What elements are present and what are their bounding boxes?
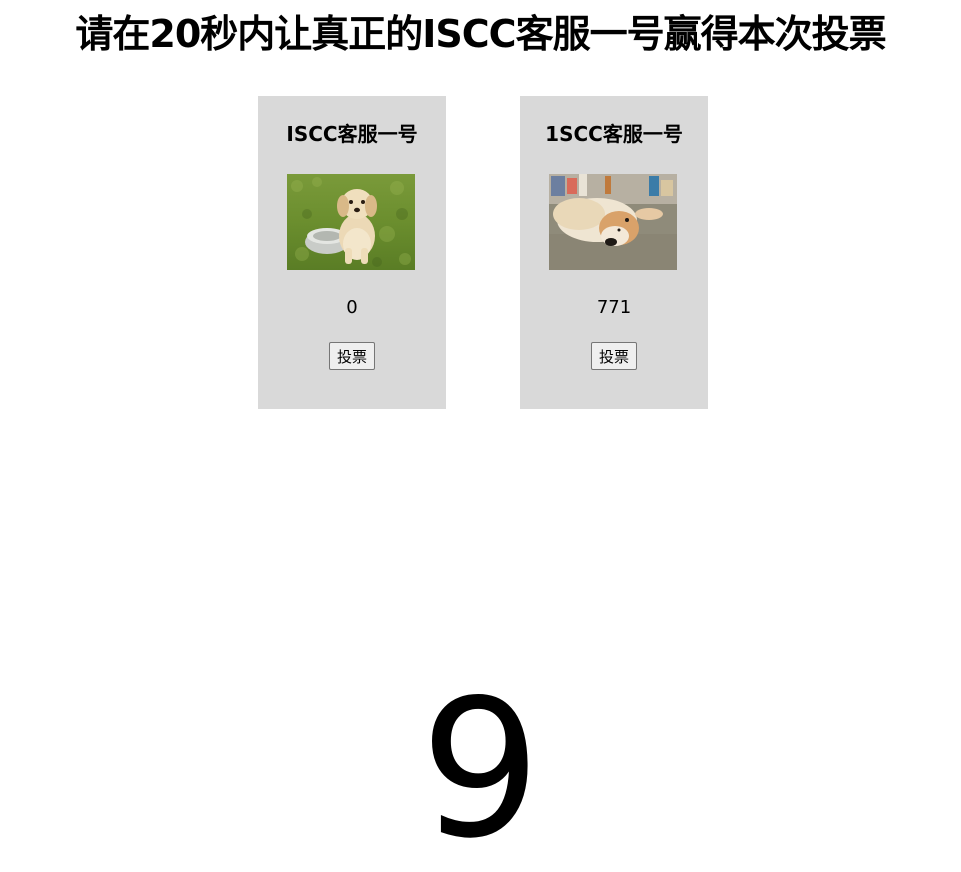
candidate-card-1: ISCC客服一号 0 投票 (258, 96, 446, 409)
page-title: 请在20秒内让真正的ISCC客服一号赢得本次投票 (75, 12, 886, 56)
vote-count: 0 (346, 297, 358, 318)
countdown-timer: 9 (420, 659, 541, 872)
vote-count: 771 (596, 297, 632, 318)
vote-button[interactable]: 投票 (328, 342, 376, 370)
shiba-photo-icon (549, 174, 677, 270)
candidate-name: 1SCC客服一号 (545, 122, 683, 146)
puppy-photo-icon (287, 174, 415, 270)
vote-button[interactable]: 投票 (590, 342, 638, 370)
vote-page: 请在20秒内让真正的ISCC客服一号赢得本次投票 ISCC客服一号 0 投票 1… (0, 0, 961, 872)
candidate-name: ISCC客服一号 (286, 122, 418, 146)
candidate-card-2: 1SCC客服一号 771 投票 (520, 96, 708, 409)
